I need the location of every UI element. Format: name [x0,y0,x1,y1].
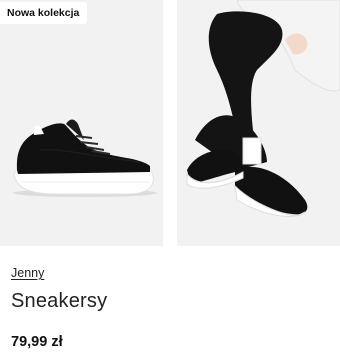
product-image-model[interactable] [177,0,340,246]
new-collection-badge: Nowa kolekcja [0,2,88,24]
brand-link[interactable]: Jenny [11,266,44,280]
model-illustration [177,0,340,246]
product-price: 79,99 zł [11,334,63,350]
product-title[interactable]: Sneakersy [11,290,107,313]
product-card[interactable]: Nowa kolekcja Jenny Sneakersy 79,99 zł [0,0,340,358]
sneaker-illustration [0,0,163,246]
product-image-side[interactable] [0,0,163,246]
